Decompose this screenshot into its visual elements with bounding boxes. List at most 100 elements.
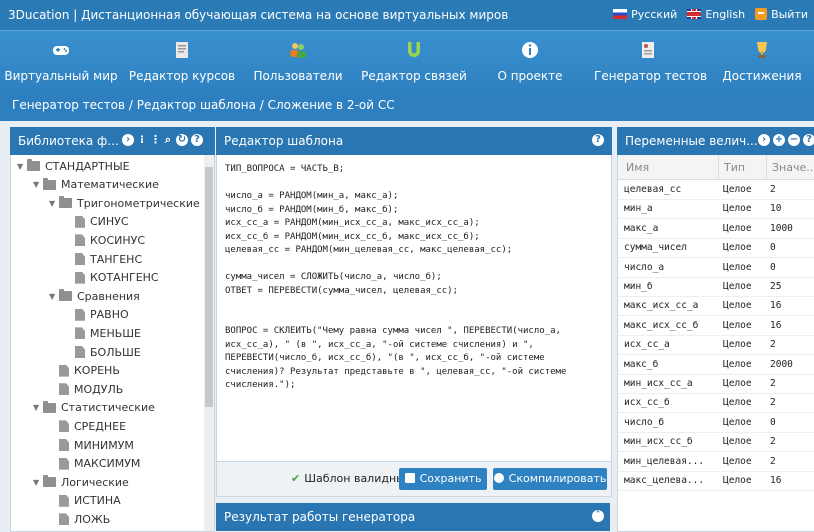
tree-item[interactable]: ЛОЖЬ (49, 510, 110, 528)
tree-item[interactable]: МИНИМУМ (49, 436, 134, 454)
tree-item[interactable]: ИСТИНА (49, 492, 121, 510)
table-row[interactable]: мин_а Целое 10 (618, 199, 814, 220)
lang-en-link[interactable]: English (687, 8, 745, 21)
tree-item[interactable]: МЕНЬШЕ (65, 324, 141, 342)
folder-icon (43, 475, 56, 488)
function-icon (75, 253, 85, 265)
exit-link[interactable]: Выйти (755, 8, 808, 21)
expand-arrow-icon[interactable]: ▼ (33, 403, 43, 412)
function-icon (59, 383, 69, 396)
variable-name: исх_сс_а (624, 339, 670, 351)
nav-users[interactable]: Пользователи (250, 31, 346, 89)
table-row[interactable]: исх_сс_б Целое 2 (618, 393, 814, 414)
table-row[interactable]: макс_а Целое 1000 (618, 219, 814, 239)
tree-item-label: БОЛЬШЕ (90, 345, 141, 359)
variable-name: макс_б (624, 358, 659, 370)
variable-type: Целое (723, 203, 752, 215)
table-row[interactable]: число_а Целое 0 (618, 258, 814, 278)
remove-icon[interactable]: − (788, 134, 800, 146)
table-row[interactable]: целевая_сс Целое 2 (618, 180, 814, 200)
nav-virtual-world[interactable]: Виртуальный мир (0, 31, 122, 89)
column-type[interactable]: Тип (724, 161, 745, 174)
nav-test-generator[interactable]: Генератор тестов (594, 31, 707, 89)
tree-icon[interactable]: ⋮ (150, 134, 161, 146)
variable-value: 10 (770, 203, 782, 215)
column-divider[interactable] (718, 155, 719, 179)
add-icon[interactable]: + (773, 134, 785, 146)
tree-item[interactable]: БОЛЬШЕ (65, 343, 141, 361)
tree-item[interactable]: ТАНГЕНС (65, 250, 142, 268)
expand-arrow-icon[interactable]: ▼ (33, 478, 43, 487)
table-row[interactable]: исх_сс_а Целое 2 (618, 335, 814, 356)
tree-item[interactable]: ▼ Логические (33, 473, 129, 491)
help-icon[interactable]: ? (592, 134, 604, 146)
expand-arrow-icon[interactable]: ▼ (49, 292, 59, 301)
tree-item[interactable]: МОДУЛЬ (49, 380, 123, 398)
chevron-up-icon[interactable]: ˄ (592, 510, 604, 522)
nav-link-editor[interactable]: Редактор связей (360, 31, 468, 89)
expand-arrow-icon[interactable]: ▼ (17, 162, 27, 171)
function-icon (75, 215, 85, 228)
table-row[interactable]: мин_исх_сс_б Целое 2 (618, 432, 814, 453)
compile-button[interactable]: Скомпилировать (493, 468, 607, 490)
table-row[interactable]: мин_б Целое 25 (618, 277, 814, 297)
variable-value: 16 (770, 319, 782, 331)
scrollbar-thumb[interactable] (205, 167, 213, 407)
nav-about[interactable]: О проекте (488, 31, 572, 89)
table-row[interactable]: макс_целева... Целое 16 (618, 471, 814, 491)
result-panel-header[interactable]: Результат работы генератора ˄ (216, 503, 610, 531)
tree-item[interactable]: РАВНО (65, 306, 129, 324)
tree-item[interactable]: ▼ Математические (33, 176, 159, 194)
tree-item[interactable]: КОТАНГЕНС (65, 269, 159, 287)
tree-item-label: МОДУЛЬ (74, 382, 124, 396)
nav-achievements[interactable]: Достижения (716, 31, 808, 89)
tree-item-label: Статистические (61, 401, 155, 415)
save-button[interactable]: Сохранить (399, 468, 487, 490)
variables-panel-header: Переменные велич... › + − ? (617, 127, 814, 155)
expand-arrow-icon[interactable]: ▼ (33, 180, 43, 189)
column-divider[interactable] (766, 155, 767, 179)
variable-type: Целое (723, 378, 752, 389)
function-icon (59, 439, 69, 451)
help-icon[interactable]: ? (803, 134, 814, 146)
save-icon (404, 473, 415, 483)
variable-value: 25 (770, 281, 782, 292)
column-name[interactable]: Имя (626, 161, 649, 174)
chevron-right-icon[interactable]: › (758, 134, 770, 146)
tree-item[interactable]: СИНУС (65, 213, 129, 231)
variable-name: мин_исх_сс_б (624, 436, 693, 448)
refresh-icon[interactable]: ↻ (176, 134, 188, 146)
tree-item[interactable]: МАКСИМУМ (49, 455, 140, 473)
tree-item-label: СИНУС (90, 215, 129, 229)
table-row[interactable]: мин_исх_сс_а Целое 2 (618, 374, 814, 394)
nav-course-editor[interactable]: Редактор курсов (128, 31, 236, 89)
column-value[interactable]: Значе... (772, 161, 814, 174)
chevron-right-icon[interactable]: › (122, 134, 134, 146)
template-editor[interactable]: ТИП_ВОПРОСА = ЧАСТЬ_В; число_а = РАНДОМ(… (216, 155, 612, 462)
tree-item[interactable]: ▼ Тригонометрические (49, 194, 200, 212)
template-code[interactable]: ТИП_ВОПРОСА = ЧАСТЬ_В; число_а = РАНДОМ(… (225, 163, 603, 393)
table-row[interactable]: мин_целевая... Целое 2 (618, 452, 814, 472)
tree-item[interactable]: СРЕДНЕЕ (49, 417, 126, 435)
sort-icon[interactable]: ⁝ (137, 134, 147, 146)
table-row[interactable]: макс_исх_сс_а Целое 16 (618, 296, 814, 317)
variable-name: макс_исх_сс_а (624, 300, 699, 312)
trophy-icon (757, 42, 767, 58)
tree-item[interactable]: ▼ Статистические (33, 399, 155, 417)
table-row[interactable]: сумма_чисел Целое 0 (618, 238, 814, 259)
variable-value: 2 (770, 455, 776, 467)
tree-item[interactable]: ▼ СТАНДАРТНЫЕ (17, 157, 130, 175)
help-icon[interactable]: ? (191, 134, 203, 146)
table-row[interactable]: число_б Целое 0 (618, 413, 814, 433)
table-row[interactable]: макс_исх_сс_б Целое 16 (618, 316, 814, 336)
tree-item[interactable]: КОСИНУС (65, 231, 145, 249)
editor-title: Редактор шаблона (224, 134, 344, 148)
expand-arrow-icon[interactable]: ▼ (49, 199, 59, 208)
library-scrollbar[interactable] (204, 155, 214, 531)
search-icon[interactable]: ⌕ (163, 134, 173, 146)
breadcrumb: Генератор тестов / Редактор шаблона / Сл… (0, 89, 814, 121)
lang-ru-link[interactable]: Русский (613, 8, 677, 21)
tree-item[interactable]: КОРЕНЬ (49, 362, 120, 380)
tree-item[interactable]: ▼ Сравнения (49, 287, 140, 305)
table-row[interactable]: макс_б Целое 2000 (618, 355, 814, 375)
